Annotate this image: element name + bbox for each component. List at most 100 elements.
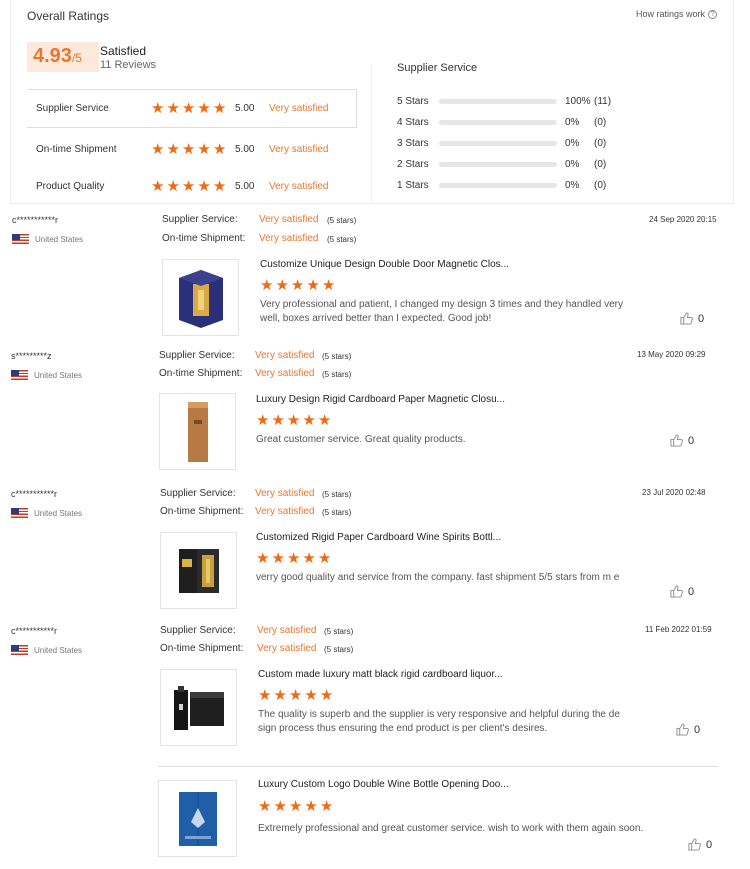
- star-rating: ★ ★ ★ ★ ★: [256, 413, 331, 428]
- product-thumbnail[interactable]: [162, 259, 239, 336]
- like-button[interactable]: 0: [676, 723, 700, 736]
- star-icon: ★: [286, 550, 301, 567]
- rating-row-supplier-service[interactable]: Supplier Service ★ ★ ★ ★ ★ 5.00 Very satisfi…: [27, 89, 357, 128]
- supplier-service-value: Very satisfied: [257, 625, 317, 636]
- us-flag-icon: [11, 645, 28, 655]
- on-time-shipment-stars: (5 stars): [324, 645, 354, 654]
- blue-double-box-image: [178, 791, 217, 846]
- score-badge: 4.93/5: [27, 42, 99, 72]
- like-button[interactable]: 0: [680, 312, 704, 325]
- product-title-link[interactable]: Luxury Custom Logo Double Wine Bottle Op…: [258, 779, 509, 790]
- product-title-link[interactable]: Customized Rigid Paper Cardboard Wine Sp…: [256, 532, 501, 543]
- product-rating: ★ ★ ★ ★ ★: [258, 799, 333, 814]
- rating-label: Product Quality: [36, 181, 105, 192]
- like-count: 0: [688, 434, 695, 447]
- country-name: United States: [34, 645, 83, 655]
- breakdown-bar: [439, 99, 557, 104]
- breakdown-label: 3 Stars: [397, 138, 429, 149]
- supplier-service-stars: (5 stars): [322, 352, 352, 361]
- on-time-shipment-value: Very satisfied: [255, 506, 315, 517]
- reviewer-name: c***********r: [11, 489, 58, 499]
- star-icon: ★: [181, 100, 196, 117]
- reviewer-name: c***********r: [11, 626, 58, 636]
- reviews-count: 11 Reviews: [100, 59, 157, 71]
- star-icon: ★: [304, 798, 318, 815]
- star-icon: ★: [304, 687, 318, 704]
- star-icon: ★: [275, 277, 289, 294]
- product-rating: ★ ★ ★ ★ ★: [256, 413, 331, 428]
- breakdown-count: (0): [594, 117, 607, 128]
- breakdown-percent: 0%: [565, 138, 580, 149]
- breakdown-percent: 0%: [565, 117, 580, 128]
- rating-satisfaction: Very satisfied: [269, 181, 329, 192]
- breakdown-percent: 100%: [565, 96, 591, 107]
- star-icon: ★: [212, 100, 227, 117]
- supplier-service-value: Very satisfied: [255, 350, 315, 361]
- star-icon: ★: [317, 412, 332, 429]
- like-button[interactable]: 0: [670, 434, 694, 447]
- rating-value: 5.00: [235, 103, 255, 114]
- breakdown-row: 5 Stars 100% (11): [397, 95, 611, 108]
- breakdown-bar: [439, 141, 557, 146]
- brown-bottle-box-image: [187, 401, 208, 462]
- star-icon: ★: [302, 412, 316, 429]
- star-icon: ★: [212, 178, 227, 195]
- star-icon: ★: [290, 277, 305, 294]
- thumbs-up-icon: [670, 585, 683, 598]
- like-button[interactable]: 0: [670, 585, 694, 598]
- star-icon: ★: [288, 687, 303, 704]
- like-count: 0: [688, 585, 695, 598]
- star-icon: ★: [212, 141, 227, 158]
- breakdown-row: 2 Stars 0% (0): [397, 158, 606, 171]
- breakdown-row: 1 Stars 0% (0): [397, 179, 606, 192]
- product-rating: ★ ★ ★ ★ ★: [256, 551, 331, 566]
- star-icon: ★: [286, 412, 301, 429]
- on-time-shipment-value: Very satisfied: [257, 643, 317, 654]
- star-rating: ★ ★ ★ ★ ★: [151, 142, 235, 157]
- country-name: United States: [35, 234, 84, 244]
- breakdown-label: 1 Stars: [397, 180, 429, 191]
- blue-gold-box-image: [178, 269, 223, 328]
- supplier-service-breakdown-title: Supplier Service: [397, 62, 478, 74]
- product-thumbnail[interactable]: [158, 780, 237, 857]
- star-icon: ★: [258, 687, 272, 704]
- review-text: Great customer service. Great quality pr…: [256, 434, 466, 445]
- score-value: 4.93: [33, 45, 72, 67]
- product-thumbnail[interactable]: [159, 393, 236, 470]
- product-rating: ★ ★ ★ ★ ★: [258, 688, 333, 703]
- star-icon: ★: [260, 277, 274, 294]
- star-icon: ★: [151, 178, 165, 195]
- matt-black-box-image: [173, 685, 224, 730]
- black-open-box-image: [178, 548, 219, 593]
- breakdown-bar: [439, 120, 557, 125]
- rating-row-on-time-shipment[interactable]: On-time Shipment ★ ★ ★ ★ ★ 5.00 Very satisfi…: [27, 130, 357, 169]
- product-title-link[interactable]: Luxury Design Rigid Cardboard Paper Magn…: [256, 394, 505, 405]
- supplier-service-label: Supplier Service:: [162, 214, 238, 225]
- product-thumbnail[interactable]: [160, 669, 237, 746]
- product-thumbnail[interactable]: [160, 532, 237, 609]
- rating-row-product-quality[interactable]: Product Quality ★ ★ ★ ★ ★ 5.00 Very satisfie…: [27, 167, 357, 206]
- like-button[interactable]: 0: [688, 838, 712, 851]
- product-title-link[interactable]: Custom made luxury matt black rigid card…: [258, 669, 503, 680]
- supplier-service-stars: (5 stars): [324, 627, 354, 636]
- on-time-shipment-value: Very satisfied: [259, 233, 319, 244]
- star-rating: ★ ★ ★ ★ ★: [151, 101, 235, 116]
- ratings-summary: Overall Ratings How ratings work ? 4.93/…: [10, 0, 734, 204]
- us-flag-icon: [12, 234, 29, 244]
- star-icon: ★: [197, 141, 211, 158]
- rating-value: 5.00: [235, 181, 255, 192]
- star-icon: ★: [302, 550, 316, 567]
- on-time-shipment-stars: (5 stars): [322, 370, 352, 379]
- product-title-link[interactable]: Customize Unique Design Double Door Magn…: [260, 259, 509, 270]
- star-icon: ★: [166, 178, 180, 195]
- star-icon: ★: [317, 550, 332, 567]
- review-text: Very professional and patient, I changed…: [260, 299, 624, 324]
- star-icon: ★: [151, 100, 165, 117]
- product-rating: ★ ★ ★ ★ ★: [260, 278, 335, 293]
- supplier-service-stars: (5 stars): [322, 490, 352, 499]
- how-ratings-work-link[interactable]: How ratings work ?: [636, 9, 717, 19]
- breakdown-row: 4 Stars 0% (0): [397, 116, 606, 129]
- breakdown-count: (0): [594, 159, 607, 170]
- rating-label: Supplier Service: [36, 103, 109, 114]
- review-text: verry good quality and service from the …: [256, 572, 620, 583]
